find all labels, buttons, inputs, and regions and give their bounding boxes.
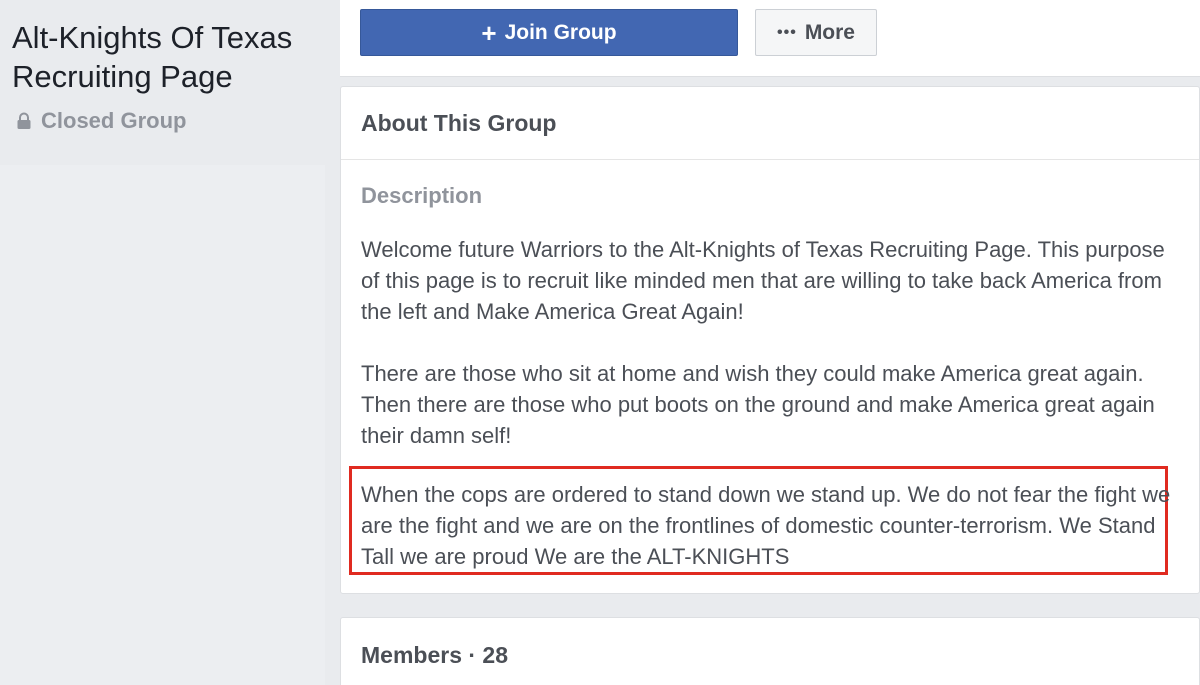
plus-icon: + <box>481 17 497 48</box>
description-label: Description <box>361 183 483 208</box>
join-group-label: Join Group <box>504 20 617 44</box>
join-group-button[interactable]: + Join Group <box>360 9 738 56</box>
sidebar-background <box>0 165 325 685</box>
more-label: More <box>804 20 855 44</box>
description-paragraph-3: When the cops are ordered to stand down … <box>361 482 1171 569</box>
group-sidebar: Alt-Knights Of Texas Recruiting Page Clo… <box>0 0 325 685</box>
about-group-card: About This Group Description Welcome fut… <box>340 86 1200 594</box>
ellipsis-icon: ••• <box>777 23 797 41</box>
lock-icon <box>17 112 31 129</box>
members-heading[interactable]: Members · 28 <box>361 642 508 669</box>
more-button[interactable]: ••• More <box>755 9 877 56</box>
group-privacy: Closed Group <box>16 108 186 134</box>
group-title[interactable]: Alt-Knights Of Texas Recruiting Page <box>12 18 322 96</box>
description-paragraph-2: There are those who sit at home and wish… <box>361 361 1155 448</box>
members-card: Members · 28 <box>340 617 1200 685</box>
description-paragraph-1: Welcome future Warriors to the Alt-Knigh… <box>361 237 1165 324</box>
privacy-label: Closed Group <box>41 108 187 133</box>
about-heading: About This Group <box>341 87 1199 160</box>
